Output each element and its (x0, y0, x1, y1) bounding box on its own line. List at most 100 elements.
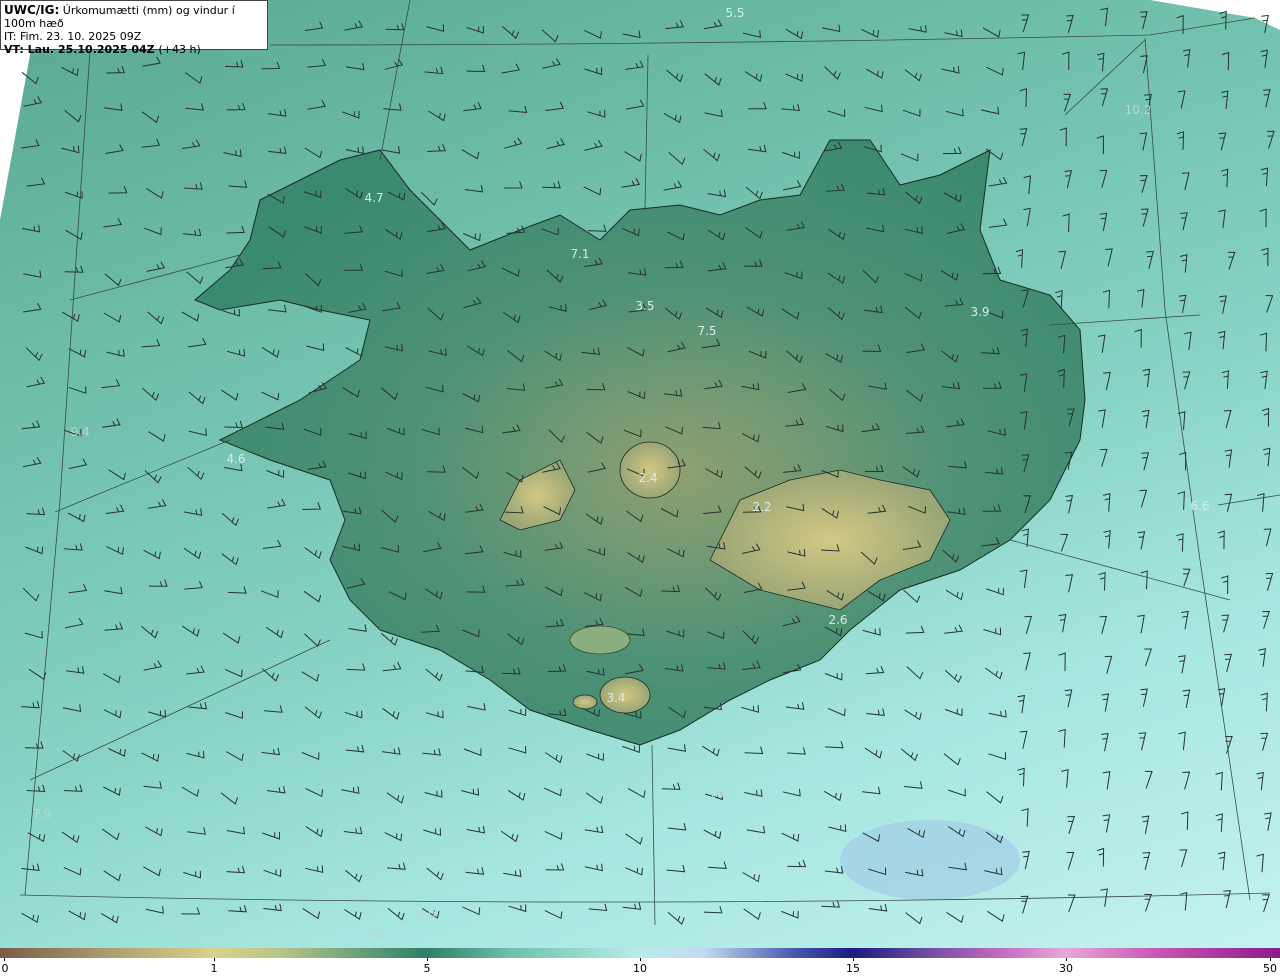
wind-barb (1184, 331, 1192, 351)
wind-barb (827, 109, 846, 117)
colorbar-tick-mark (1270, 958, 1271, 961)
wind-barb (1263, 528, 1272, 547)
wind-barb (148, 579, 168, 587)
wind-barb (186, 271, 204, 285)
colorbar-strip (0, 948, 1280, 958)
wind-barb (507, 789, 526, 801)
wind-barb (1220, 168, 1229, 188)
wind-barb (1176, 15, 1184, 34)
wind-barb (1260, 732, 1269, 751)
wind-barb (67, 512, 86, 523)
wind-barb (68, 348, 87, 358)
wind-barb (904, 69, 922, 82)
wind-barb (105, 504, 125, 514)
wind-barb (141, 338, 161, 348)
wind-barb (1139, 489, 1148, 508)
wind-barb (900, 153, 919, 162)
wind-barb (663, 112, 682, 124)
wind-barb (1142, 851, 1151, 871)
wind-barb (543, 787, 562, 797)
map-value-label: 7.5 (697, 324, 717, 338)
wind-barb (1058, 652, 1066, 672)
wind-barb (945, 589, 964, 601)
wind-barb (345, 62, 365, 71)
wind-barb (1260, 49, 1268, 69)
wind-barb (228, 180, 248, 188)
wind-barb (345, 744, 365, 753)
wind-barb (26, 507, 46, 516)
colorbar-tick-label: 5 (423, 962, 431, 975)
wind-barb (1180, 212, 1188, 231)
wind-barb (1217, 851, 1226, 871)
wind-barb (187, 337, 207, 348)
wind-barb (102, 673, 121, 684)
wind-barb (147, 499, 167, 509)
map-value-label: 4.6 (226, 452, 246, 466)
colorbar-tick-label: 1 (210, 962, 218, 975)
wind-barb (386, 792, 405, 804)
wind-barb (304, 21, 324, 31)
colorbar-tick-label: 10 (633, 962, 647, 975)
wind-barb (142, 56, 161, 67)
wind-barb (1221, 614, 1230, 633)
wind-barb (1064, 689, 1073, 708)
wind-barb (261, 346, 280, 358)
wind-barb (461, 149, 480, 160)
wind-barb (702, 745, 720, 757)
wind-barb (141, 752, 160, 762)
colorbar-tick-mark (427, 958, 428, 961)
wind-barb (144, 227, 162, 236)
wind-barb (1139, 11, 1148, 30)
wind-barb (144, 470, 162, 484)
wind-barb (1256, 853, 1264, 873)
colorbar-tick-label: 30 (1059, 962, 1073, 975)
wind-barb (1099, 212, 1108, 232)
wind-barb (63, 866, 82, 876)
wind-barb (261, 391, 280, 401)
wind-barb (824, 866, 844, 874)
wind-barb (65, 229, 83, 241)
wind-barb (104, 622, 124, 631)
wind-barb (346, 663, 366, 671)
wind-barb (1182, 371, 1191, 390)
wind-barb (181, 907, 201, 915)
wind-barb (983, 627, 1002, 636)
wind-barb (827, 707, 846, 717)
wind-barb (24, 630, 43, 639)
wind-barb (1066, 14, 1074, 34)
wind-barb (900, 748, 918, 762)
wind-barb (703, 148, 721, 162)
wind-barb (622, 30, 641, 39)
wind-barb (1217, 330, 1226, 350)
wind-barb (102, 418, 121, 428)
wind-barb (463, 232, 481, 242)
wind-barb (1096, 52, 1105, 72)
wind-barb (341, 110, 360, 119)
wind-barb (226, 225, 245, 234)
wind-barb (824, 740, 844, 749)
wind-barb (1140, 570, 1148, 590)
wind-barb (381, 146, 401, 154)
wind-barb (262, 668, 280, 682)
wind-barb (22, 587, 40, 602)
wind-barb (428, 110, 446, 122)
wind-barb (948, 788, 966, 797)
wind-barb (466, 64, 486, 73)
wind-barb (905, 625, 925, 634)
wind-barb (1178, 731, 1186, 751)
map-value-label: 2.2 (752, 500, 772, 514)
wind-barb (1146, 250, 1154, 270)
wind-barb (1265, 295, 1274, 313)
wind-barb (106, 546, 124, 556)
wind-barb (1062, 213, 1070, 233)
wind-barb (1102, 492, 1111, 512)
wind-barb (427, 143, 446, 152)
wind-barb (181, 311, 200, 322)
wind-barb (704, 109, 723, 118)
wind-barb (1105, 248, 1113, 267)
wind-barb (302, 502, 322, 510)
wind-barb (266, 470, 285, 478)
wind-barb (544, 752, 563, 764)
wind-barb (542, 58, 561, 69)
wind-barb (946, 911, 964, 923)
